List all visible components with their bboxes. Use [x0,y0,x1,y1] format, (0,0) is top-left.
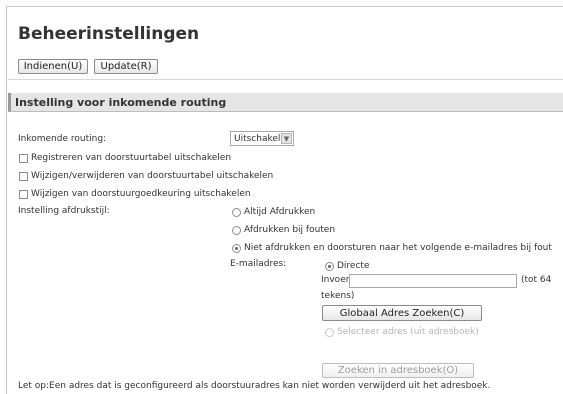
note-text: Let op:Een adres dat is geconfigureerd a… [18,381,491,391]
email-address-label: E-mailadres: [230,259,287,269]
checkbox-label-edit: Wijzigen/verwijderen van doorstuurtabel … [31,171,274,181]
incoming-routing-select[interactable]: Uitschakelen ▼ [230,131,294,146]
limit-text-part1: (tot 64 [521,275,552,285]
update-button[interactable]: Update(R) [94,59,158,74]
email-input[interactable] [349,274,517,288]
top-frame-border [6,0,563,7]
input-label: Invoer: [321,275,353,285]
checkbox-disable-edit-forward-table[interactable] [19,172,28,181]
incoming-routing-label: Inkomende routing: [18,134,107,144]
page-title: Beheerinstellingen [18,24,200,44]
radio-label-print-on-error: Afdrukken bij fouten [244,225,336,235]
section-header: Instelling voor inkomende routing [8,93,563,112]
global-address-search-button[interactable]: Globaal Adres Zoeken(C) [322,305,482,321]
submit-button[interactable]: Indienen(U) [18,59,88,74]
search-addressbook-button: Zoeken in adresboek(O) [322,363,474,378]
chevron-down-icon: ▼ [281,133,292,144]
radio-label-always-print: Altijd Afdrukken [244,207,316,217]
checkbox-disable-register-forward-table[interactable] [19,154,28,163]
radio-label-forward-on-error: Niet afdrukken en doorsturen naar het vo… [244,243,552,253]
radio-label-select-addressbook: Selecteer adres (uit adresboek) [337,327,479,337]
checkbox-label-approval: Wijzigen van doorstuurgoedkeuring uitsch… [31,189,251,199]
radio-label-direct: Directe [337,261,370,271]
title-divider [8,79,563,80]
checkbox-label-register: Registreren van doorstuurtabel uitschake… [31,153,232,163]
radio-forward-on-error[interactable] [232,244,241,253]
radio-direct[interactable] [325,262,334,271]
radio-select-from-addressbook [325,328,334,337]
print-style-label: Instelling afdrukstijl: [18,206,110,216]
checkbox-disable-change-approval[interactable] [19,190,28,199]
radio-print-on-error[interactable] [232,226,241,235]
radio-always-print[interactable] [232,208,241,217]
limit-text-part2: tekens) [321,291,355,301]
left-frame-border [0,0,7,394]
